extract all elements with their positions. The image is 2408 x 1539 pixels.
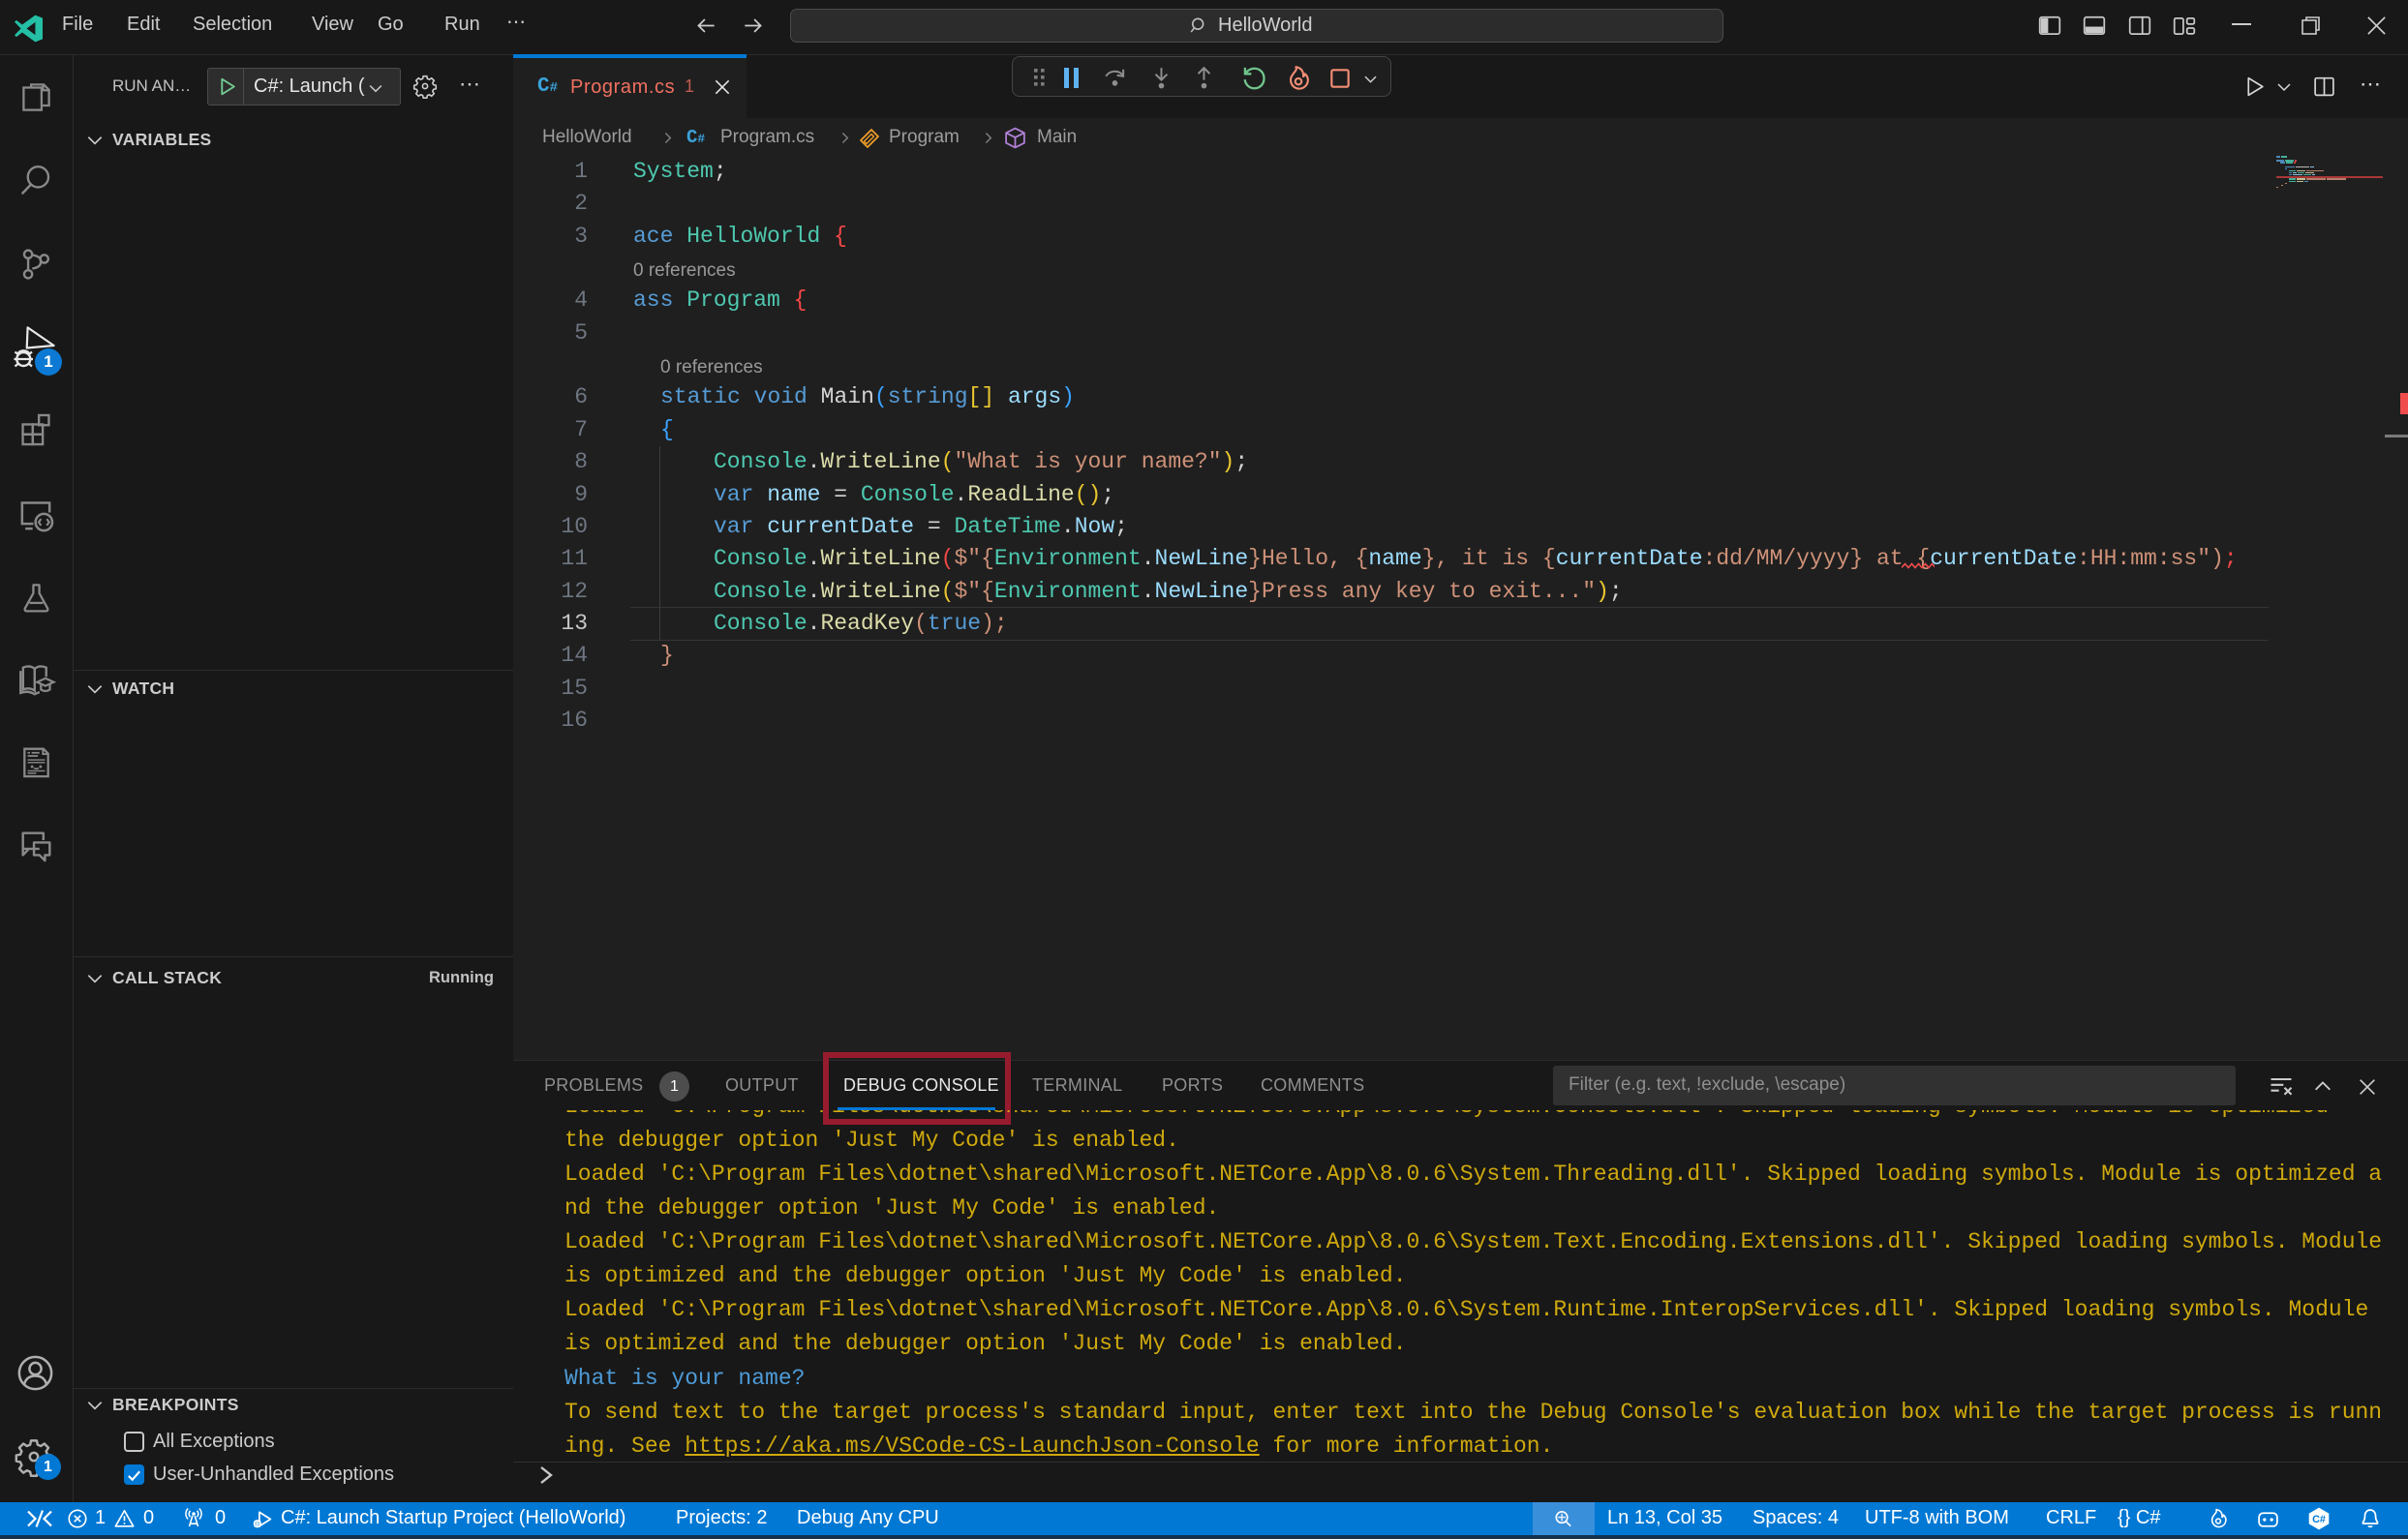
svg-text:C#: C#	[2312, 1514, 2326, 1525]
